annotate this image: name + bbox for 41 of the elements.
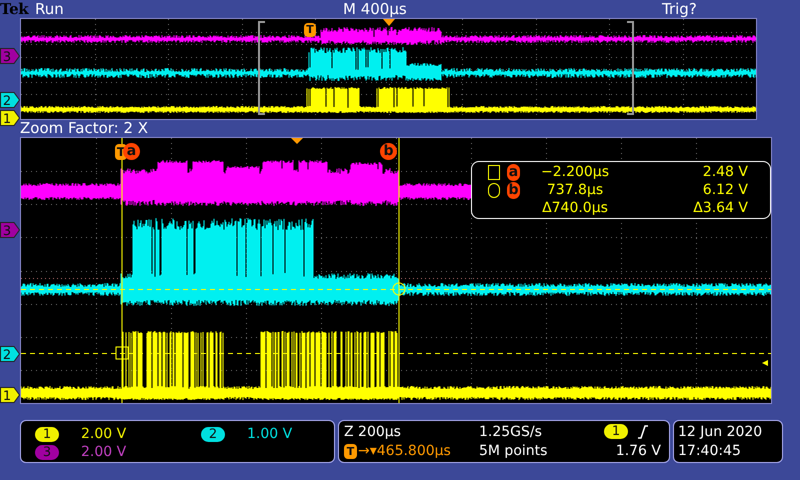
cursor-voltage-value: 6.12 V — [702, 180, 749, 200]
trigger-marker: T — [304, 23, 316, 37]
channel-scale: 1.00 V — [247, 425, 292, 444]
trigger-position-marker: T — [344, 444, 357, 459]
cursor-voltage-value: Δ3.64 V — [693, 198, 749, 218]
cursor-time-value: 737.8µs — [546, 180, 604, 200]
channel-scale: 2.00 V — [81, 425, 126, 444]
date-label: 12 Jun 2020 — [678, 423, 762, 441]
trigger-position-value: →▾465.800µs — [358, 442, 451, 460]
cursor-label[interactable]: a — [123, 143, 140, 160]
channel-marker[interactable]: 1 — [0, 387, 20, 403]
record-length: 5M points — [479, 442, 548, 460]
zoom-factor-label: Zoom Factor: 2 X — [20, 119, 148, 137]
cursor-time-value: −2.200µs — [540, 162, 610, 182]
channel-badge[interactable]: 2 — [201, 427, 225, 442]
channel-marker[interactable]: 2 — [0, 92, 20, 108]
trigger-position-icon — [383, 19, 395, 26]
trigger-source-badge[interactable]: 1 — [604, 424, 628, 439]
zoom-bracket[interactable] — [258, 21, 265, 115]
trigger-position-icon — [291, 138, 303, 144]
cursor-label: a — [506, 164, 520, 180]
channel-badge[interactable]: 1 — [35, 427, 59, 442]
channel-scale: 2.00 V — [81, 443, 126, 462]
cursor-label[interactable]: b — [380, 143, 397, 160]
acquisition-state: Run — [35, 0, 64, 18]
rising-edge-icon — [637, 425, 649, 439]
trigger-level: 1.76 V — [616, 442, 661, 460]
cursor-label: b — [506, 182, 520, 198]
cursor-square-icon — [488, 164, 500, 180]
channel-marker[interactable]: 2 — [0, 346, 20, 362]
cursor-voltage-value: 2.48 V — [702, 162, 749, 182]
sample-rate: 1.25GS/s — [479, 423, 542, 441]
timebase-label: M 400µs — [343, 0, 407, 18]
zoom-timebase: Z 200µs — [344, 423, 401, 441]
cursor-time-value: Δ740.0µs — [541, 198, 609, 218]
zoom-bracket[interactable] — [627, 21, 634, 115]
time-label: 17:40:45 — [678, 442, 741, 460]
channel-marker[interactable]: 1 — [0, 110, 20, 126]
brand-logo: Tek — [0, 0, 28, 18]
trigger-status: Trig? — [662, 0, 697, 18]
ground-level-arrow-icon — [762, 360, 768, 366]
